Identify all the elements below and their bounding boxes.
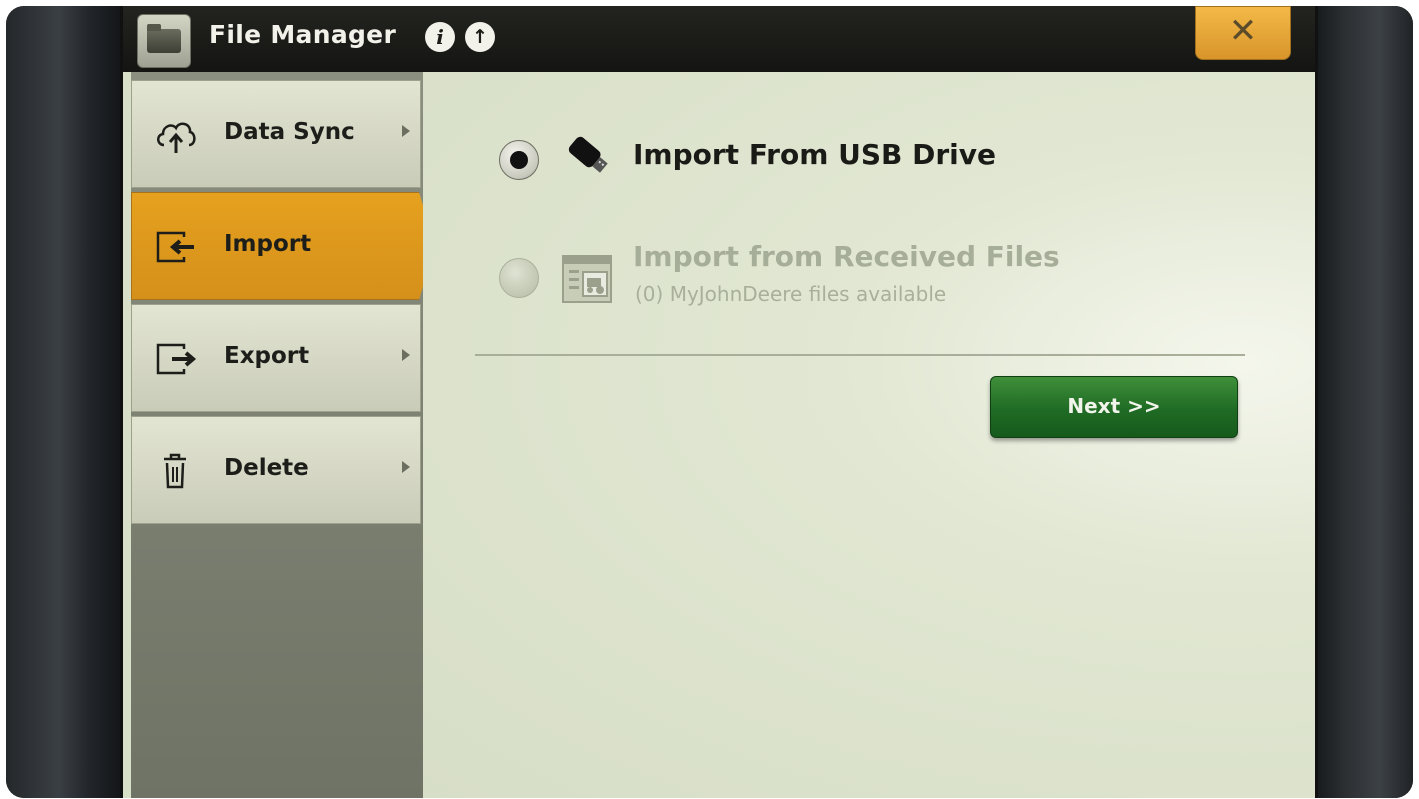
sidebar-item-export[interactable]: Export — [131, 304, 421, 412]
display-bezel-left — [6, 6, 124, 798]
file-manager-app-icon — [137, 14, 191, 68]
folder-icon — [147, 24, 181, 53]
sidebar-item-import[interactable]: Import — [131, 192, 431, 300]
main-content: Import From USB Drive Import from Receiv… — [423, 72, 1315, 798]
received-files-icon — [562, 255, 612, 303]
sidebar-item-label: Export — [224, 343, 310, 369]
next-button[interactable]: Next >> — [990, 376, 1238, 438]
close-button[interactable]: ✕ — [1195, 6, 1291, 60]
import-received-label: Import from Received Files — [633, 240, 1060, 273]
app-title: File Manager — [209, 20, 397, 49]
chevron-right-icon — [402, 461, 410, 473]
received-files-count: (0) MyJohnDeere files available — [635, 282, 947, 306]
help-info-icon[interactable]: ↑ — [465, 22, 495, 52]
display-photo: File Manager i ↑ ✕ Data Sync Import Expo… — [6, 6, 1413, 798]
import-icon — [156, 231, 194, 263]
screen: File Manager i ↑ ✕ Data Sync Import Expo… — [120, 6, 1318, 798]
sidebar-item-label: Delete — [224, 455, 309, 481]
export-icon — [156, 343, 197, 375]
sidebar-item-label: Import — [224, 231, 312, 257]
sidebar-item-data-sync[interactable]: Data Sync — [131, 80, 421, 188]
radio-selected-dot — [510, 151, 528, 169]
usb-drive-icon — [568, 136, 608, 173]
trash-icon — [164, 453, 186, 489]
sidebar: Data Sync Import Export Delete — [131, 72, 431, 798]
import-usb-label[interactable]: Import From USB Drive — [633, 138, 996, 171]
divider — [475, 354, 1245, 356]
chevron-right-icon — [402, 125, 410, 137]
chevron-right-icon — [402, 349, 410, 361]
sidebar-item-delete[interactable]: Delete — [131, 416, 421, 524]
title-bar: File Manager i ↑ ✕ — [123, 6, 1315, 72]
received-files-radio[interactable] — [499, 258, 539, 298]
sidebar-item-label: Data Sync — [224, 119, 355, 145]
usb-drive-radio[interactable] — [499, 140, 539, 180]
cloud-upload-icon — [157, 122, 196, 153]
info-icon[interactable]: i — [425, 22, 455, 52]
